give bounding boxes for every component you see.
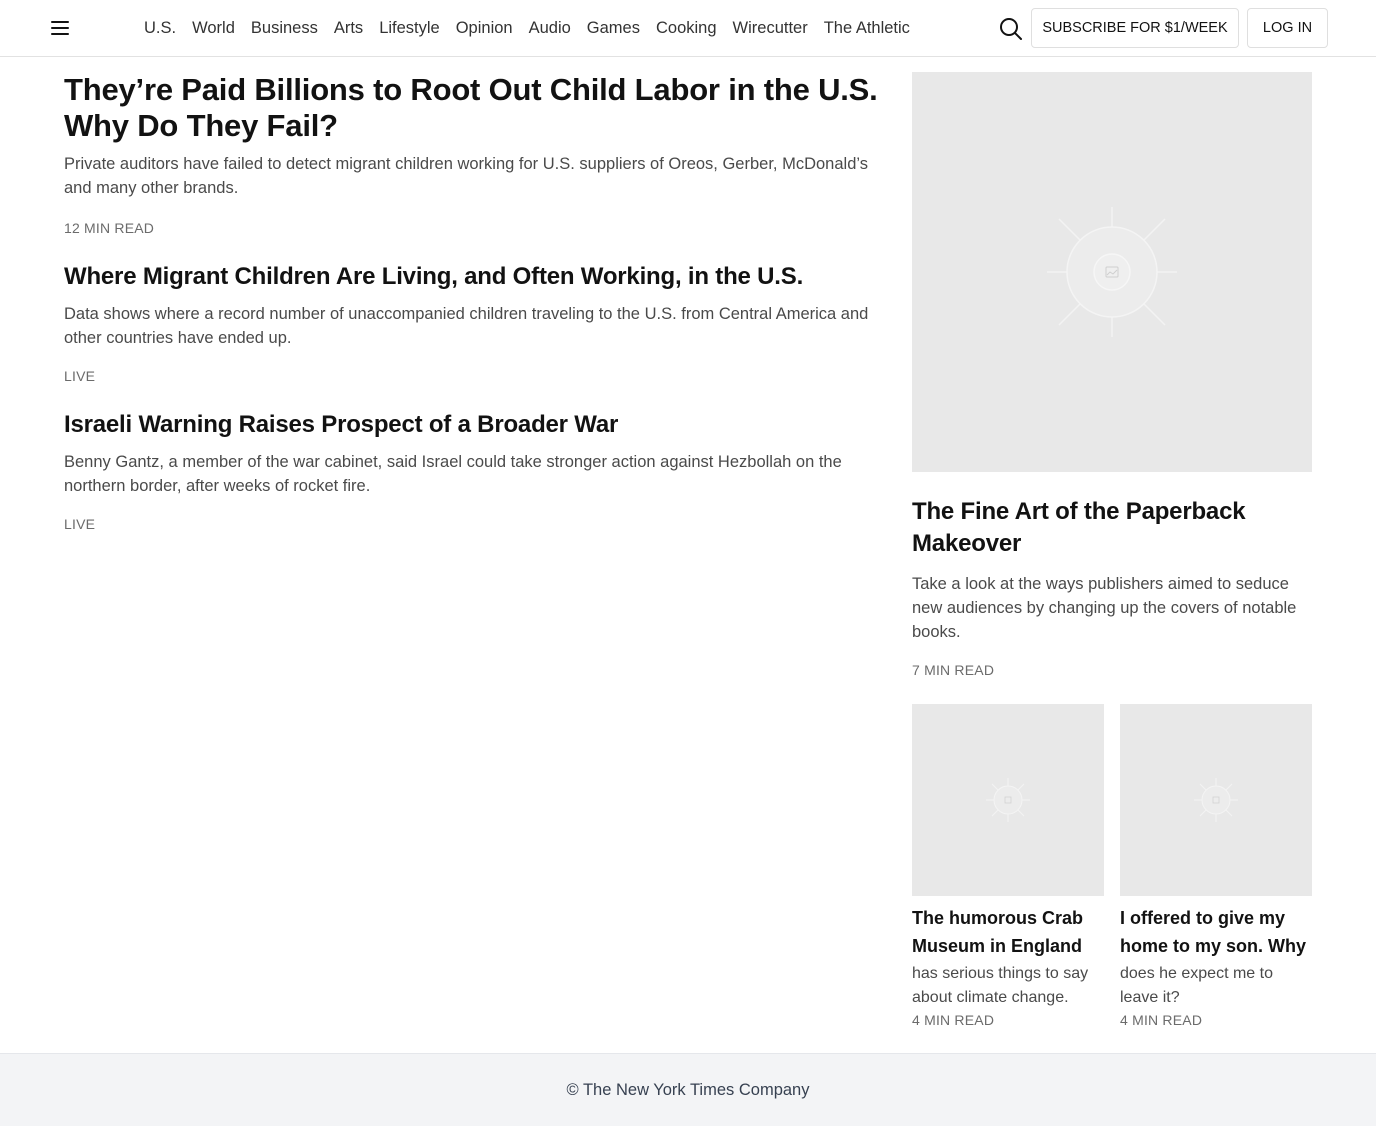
- story-summary: Benny Gantz, a member of the war cabinet…: [64, 453, 842, 495]
- section-nav: U.S. World Business Arts Lifestyle Opini…: [136, 0, 918, 56]
- nav-item-arts[interactable]: Arts: [326, 19, 371, 38]
- copyright-text: © The New York Times Company: [566, 1080, 810, 1099]
- story-item[interactable]: Israeli Warning Raises Prospect of a Bro…: [64, 410, 880, 532]
- story-image-placeholder[interactable]: [1120, 704, 1312, 896]
- read-time-label: 12 MIN READ: [64, 220, 155, 236]
- live-label: LIVE: [64, 516, 96, 532]
- read-time-label: 4 MIN READ: [912, 1012, 995, 1028]
- read-time-label: 4 MIN READ: [1120, 1012, 1203, 1028]
- small-story-headline[interactable]: I offered to give my home to my son. Why: [1120, 904, 1312, 960]
- site-footer: © The New York Times Company: [0, 1053, 1376, 1126]
- story-lead[interactable]: They’re Paid Billions to Root Out Child …: [64, 72, 880, 236]
- feature-headline[interactable]: The Fine Art of the Paperback Makeover: [912, 496, 1312, 560]
- nav-item-business[interactable]: Business: [243, 19, 326, 38]
- feature-image-placeholder[interactable]: [912, 72, 1312, 472]
- story-headline[interactable]: They’re Paid Billions to Root Out Child …: [64, 72, 880, 144]
- small-story-summary: does he expect me to leave it?: [1120, 965, 1273, 1006]
- nav-item-wirecutter[interactable]: Wirecutter: [725, 19, 816, 38]
- small-story-card[interactable]: The humorous Crab Museum in England has …: [912, 704, 1104, 1028]
- subscribe-button[interactable]: SUBSCRIBE FOR $1/WEEK: [1031, 8, 1239, 48]
- story-headline[interactable]: Where Migrant Children Are Living, and O…: [64, 262, 880, 292]
- small-story-headline[interactable]: The humorous Crab Museum in England: [912, 904, 1104, 960]
- main-column: They’re Paid Billions to Root Out Child …: [64, 72, 880, 532]
- image-placeholder-icon: [1194, 778, 1238, 822]
- nav-item-audio[interactable]: Audio: [521, 19, 579, 38]
- nav-item-cooking[interactable]: Cooking: [648, 19, 725, 38]
- story-image-placeholder[interactable]: [912, 704, 1104, 896]
- small-story-row: The humorous Crab Museum in England has …: [912, 704, 1312, 1028]
- image-placeholder-icon: [1047, 207, 1177, 337]
- nav-item-lifestyle[interactable]: Lifestyle: [371, 19, 448, 38]
- login-button[interactable]: LOG IN: [1247, 8, 1328, 48]
- story-summary: Private auditors have failed to detect m…: [64, 155, 868, 197]
- small-story-card[interactable]: I offered to give my home to my son. Why…: [1120, 704, 1312, 1028]
- nav-item-opinion[interactable]: Opinion: [448, 19, 521, 38]
- story-item[interactable]: Where Migrant Children Are Living, and O…: [64, 262, 880, 384]
- nav-item-us[interactable]: U.S.: [136, 19, 184, 38]
- hamburger-menu-icon[interactable]: [44, 14, 76, 42]
- side-column: The Fine Art of the Paperback Makeover T…: [912, 72, 1312, 1028]
- story-summary: Data shows where a record number of unac…: [64, 305, 869, 347]
- nav-item-world[interactable]: World: [184, 19, 243, 38]
- nav-item-the-athletic[interactable]: The Athletic: [816, 19, 918, 38]
- live-label: LIVE: [64, 368, 96, 384]
- site-header: U.S. World Business Arts Lifestyle Opini…: [0, 0, 1376, 57]
- feature-summary: Take a look at the ways publishers aimed…: [912, 575, 1297, 641]
- small-story-summary: has serious things to say about climate …: [912, 965, 1089, 1006]
- nav-item-games[interactable]: Games: [579, 19, 648, 38]
- search-icon[interactable]: [996, 14, 1026, 44]
- read-time-label: 7 MIN READ: [912, 662, 995, 678]
- image-placeholder-icon: [986, 778, 1030, 822]
- story-headline[interactable]: Israeli Warning Raises Prospect of a Bro…: [64, 410, 880, 440]
